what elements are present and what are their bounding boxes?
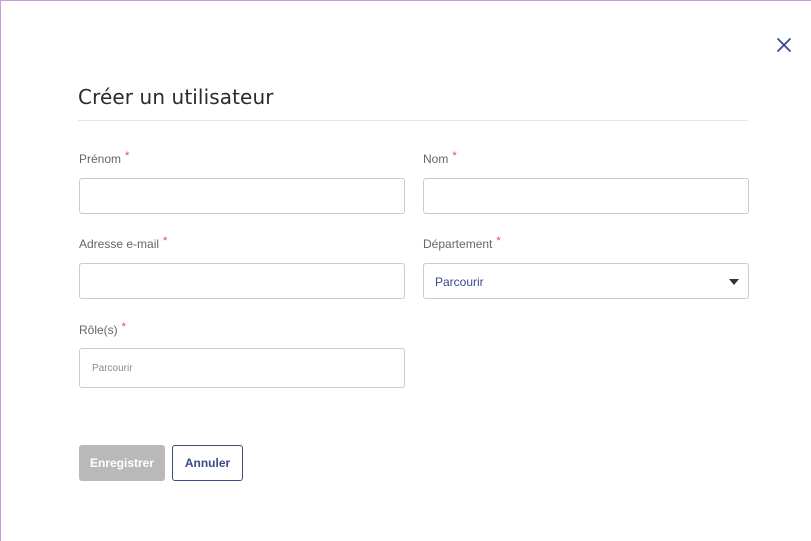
required-mark: * xyxy=(163,235,168,247)
department-select[interactable]: Parcourir xyxy=(423,263,749,299)
email-label-text: Adresse e-mail xyxy=(79,237,160,251)
last-name-label-text: Nom xyxy=(423,152,449,166)
department-selected-value: Parcourir xyxy=(435,275,484,289)
close-icon xyxy=(777,38,791,52)
department-label-text: Département xyxy=(423,237,493,251)
first-name-input[interactable] xyxy=(79,178,405,214)
save-button[interactable]: Enregistrer xyxy=(79,445,165,481)
title-divider xyxy=(78,120,748,121)
required-mark: * xyxy=(125,150,130,162)
first-name-label: Prénom * xyxy=(79,150,130,166)
email-label: Adresse e-mail * xyxy=(79,235,168,251)
required-mark: * xyxy=(496,235,501,247)
last-name-label: Nom * xyxy=(423,150,457,166)
first-name-label-text: Prénom xyxy=(79,152,122,166)
email-input[interactable] xyxy=(79,263,405,299)
roles-label-text: Rôle(s) xyxy=(79,323,118,337)
caret-down-icon xyxy=(729,279,739,285)
last-name-input[interactable] xyxy=(423,178,749,214)
cancel-button[interactable]: Annuler xyxy=(172,445,243,481)
department-label: Département * xyxy=(423,235,501,251)
roles-input[interactable] xyxy=(79,348,405,388)
close-button[interactable] xyxy=(773,34,795,56)
roles-label: Rôle(s) * xyxy=(79,321,126,337)
required-mark: * xyxy=(452,150,457,162)
create-user-dialog: Créer un utilisateur Prénom * Nom * Adress… xyxy=(0,0,811,541)
required-mark: * xyxy=(121,321,126,333)
dialog-title: Créer un utilisateur xyxy=(78,85,274,109)
